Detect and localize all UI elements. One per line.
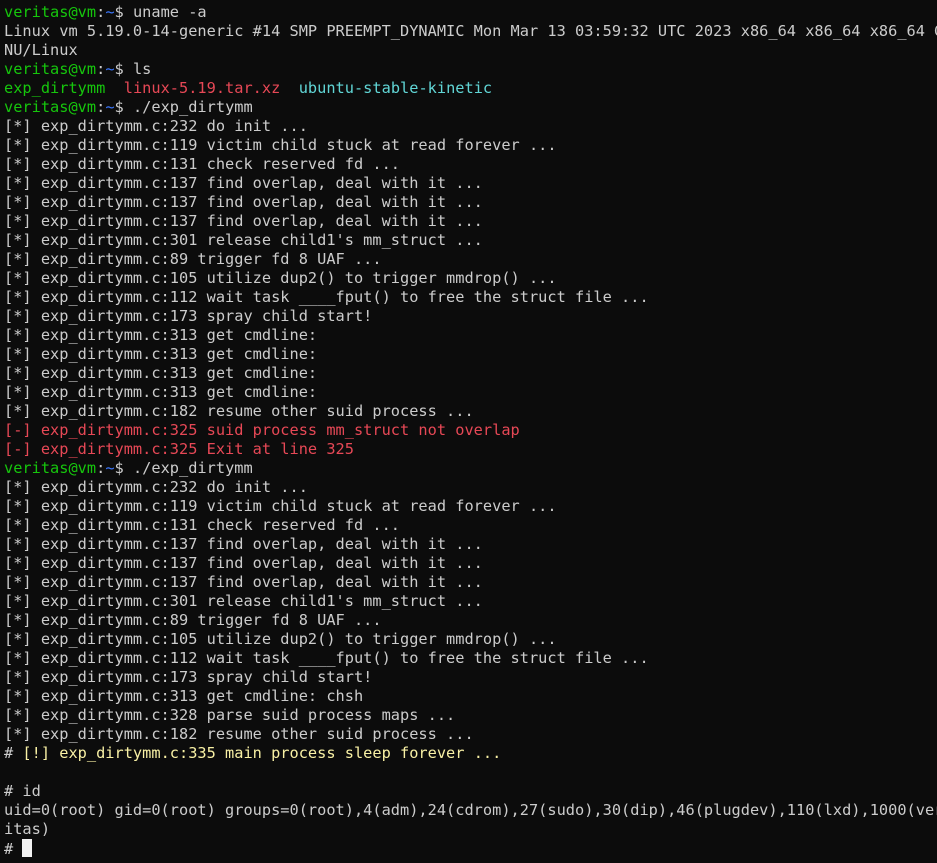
log-line: [*] exp_dirtymm.c:173 spray child start! (4, 307, 373, 325)
prompt-user: veritas@vm (4, 459, 97, 477)
prompt-line-ls: veritas@vm:~$ ls (4, 60, 937, 79)
log-line: [*] exp_dirtymm.c:112 wait task ____fput… (4, 288, 649, 306)
root-prompt-line-id: # id (4, 782, 937, 801)
output-line: Linux vm 5.19.0-14-generic #14 SMP PREEM… (4, 22, 937, 40)
log-line: [*] exp_dirtymm.c:89 trigger fd 8 UAF ..… (4, 250, 382, 268)
prompt-sep: : (96, 60, 106, 78)
prompt-sep: : (96, 3, 106, 21)
root-prompt: # (4, 744, 23, 762)
error-line: [-] exp_dirtymm.c:325 suid process mm_st… (4, 421, 520, 439)
log-line: [*] exp_dirtymm.c:105 utilize dup2() to … (4, 630, 557, 648)
output-line: itas) (4, 820, 51, 838)
root-prompt: # (4, 840, 23, 858)
log-line: [*] exp_dirtymm.c:119 victim child stuck… (4, 497, 557, 515)
command-text: ls (132, 60, 152, 78)
log-line: [*] exp_dirtymm.c:301 release child1's m… (4, 592, 483, 610)
prompt-line-uname: veritas@vm:~$ uname -a (4, 3, 937, 22)
log-line: [*] exp_dirtymm.c:182 resume other suid … (4, 402, 474, 420)
ls-file-executable: exp_dirtymm (4, 79, 106, 97)
output-line: uid=0(root) gid=0(root) groups=0(root),4… (4, 801, 937, 819)
prompt-user: veritas@vm (4, 60, 97, 78)
log-line: [*] exp_dirtymm.c:137 find overlap, deal… (4, 193, 483, 211)
command-text: id (22, 782, 41, 800)
notice-text: [!] exp_dirtymm.c:335 main process sleep… (22, 744, 502, 762)
log-line: [*] exp_dirtymm.c:173 spray child start! (4, 668, 373, 686)
log-line: [*] exp_dirtymm.c:137 find overlap, deal… (4, 535, 483, 553)
log-line: [*] exp_dirtymm.c:182 resume other suid … (4, 725, 474, 743)
root-prompt: # (4, 782, 23, 800)
prompt-sep: : (96, 459, 106, 477)
output-line: NU/Linux (4, 41, 78, 59)
prompt-path: ~ (105, 98, 115, 116)
log-line: [*] exp_dirtymm.c:313 get cmdline: (4, 364, 318, 382)
log-line: [*] exp_dirtymm.c:137 find overlap, deal… (4, 212, 483, 230)
root-notice-line: # [!] exp_dirtymm.c:335 main process sle… (4, 744, 937, 763)
terminal-window[interactable]: veritas@vm:~$ uname -a Linux vm 5.19.0-1… (0, 0, 937, 863)
log-line: [*] exp_dirtymm.c:301 release child1's m… (4, 231, 483, 249)
log-line: [*] exp_dirtymm.c:328 parse suid process… (4, 706, 456, 724)
command-text: ./exp_dirtymm (132, 98, 253, 116)
prompt-user: veritas@vm (4, 98, 97, 116)
log-line: [*] exp_dirtymm.c:232 do init ... (4, 478, 308, 496)
ls-file-archive: linux-5.19.tar.xz (123, 79, 281, 97)
prompt-line-run1: veritas@vm:~$ ./exp_dirtymm (4, 98, 937, 117)
log-line: [*] exp_dirtymm.c:313 get cmdline: (4, 383, 318, 401)
prompt-symbol: $ (114, 3, 133, 21)
prompt-sep: : (96, 98, 106, 116)
log-line: [*] exp_dirtymm.c:313 get cmdline: (4, 326, 318, 344)
log-line: [*] exp_dirtymm.c:137 find overlap, deal… (4, 573, 483, 591)
log-line: [*] exp_dirtymm.c:232 do init ... (4, 117, 308, 135)
prompt-user: veritas@vm (4, 3, 97, 21)
log-line: [*] exp_dirtymm.c:119 victim child stuck… (4, 136, 557, 154)
prompt-path: ~ (105, 60, 115, 78)
log-line: [*] exp_dirtymm.c:89 trigger fd 8 UAF ..… (4, 611, 382, 629)
prompt-line-run2: veritas@vm:~$ ./exp_dirtymm (4, 459, 937, 478)
log-line: [*] exp_dirtymm.c:313 get cmdline: (4, 345, 318, 363)
terminal-cursor[interactable] (22, 839, 33, 857)
prompt-symbol: $ (114, 459, 133, 477)
active-prompt-line[interactable]: # (4, 839, 937, 858)
ls-output: exp_dirtymm linux-5.19.tar.xz ubuntu-sta… (4, 79, 937, 98)
log-line: [*] exp_dirtymm.c:313 get cmdline: chsh (4, 687, 364, 705)
command-text: ./exp_dirtymm (132, 459, 253, 477)
log-line: [*] exp_dirtymm.c:137 find overlap, deal… (4, 174, 483, 192)
log-line: [*] exp_dirtymm.c:112 wait task ____fput… (4, 649, 649, 667)
prompt-symbol: $ (114, 60, 133, 78)
log-line: [*] exp_dirtymm.c:105 utilize dup2() to … (4, 269, 557, 287)
log-line: [*] exp_dirtymm.c:131 check reserved fd … (4, 155, 401, 173)
error-line: [-] exp_dirtymm.c:325 Exit at line 325 (4, 440, 354, 458)
prompt-path: ~ (105, 3, 115, 21)
prompt-path: ~ (105, 459, 115, 477)
log-line: [*] exp_dirtymm.c:137 find overlap, deal… (4, 554, 483, 572)
command-text: uname -a (132, 3, 207, 21)
log-line: [*] exp_dirtymm.c:131 check reserved fd … (4, 516, 401, 534)
prompt-symbol: $ (114, 98, 133, 116)
ls-directory: ubuntu-stable-kinetic (298, 79, 493, 97)
